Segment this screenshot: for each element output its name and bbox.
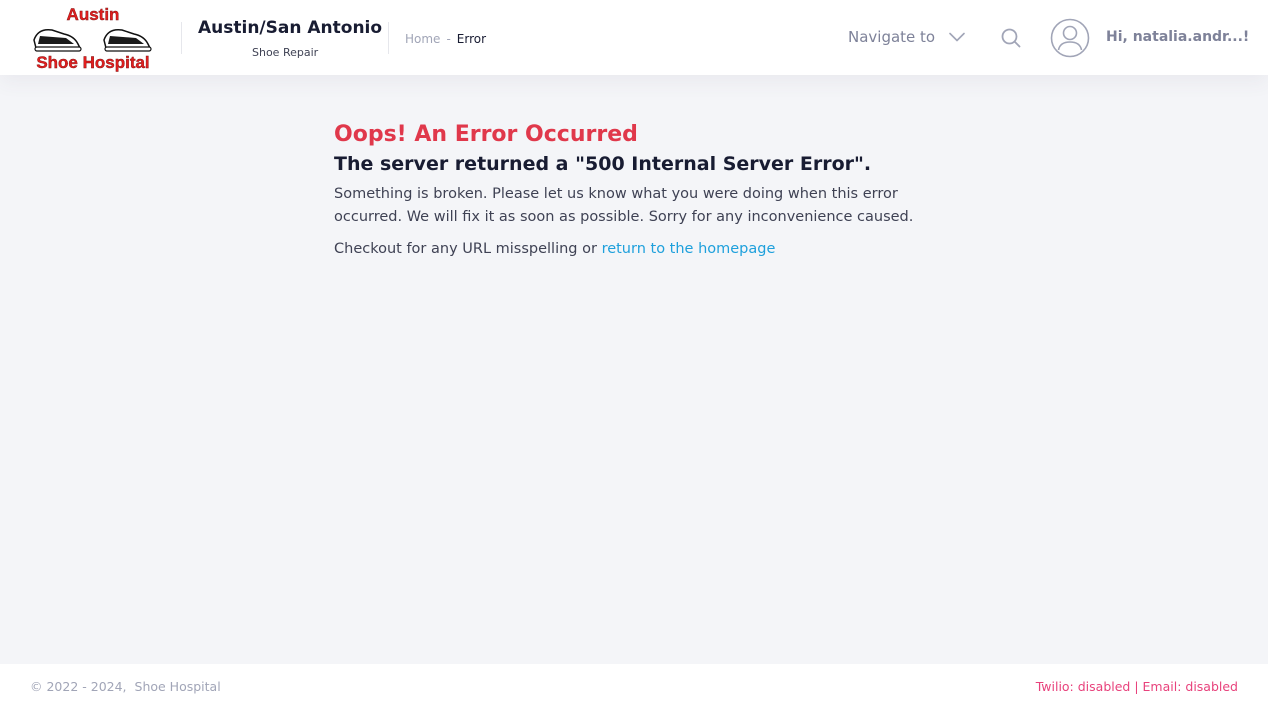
search-button[interactable] <box>999 26 1023 50</box>
breadcrumb-current: Error <box>456 32 487 46</box>
error-hint-text: Checkout for any URL misspelling or <box>334 241 602 257</box>
header-divider <box>181 22 182 54</box>
error-title: Oops! An Error Occurred <box>334 122 638 147</box>
service-status: Twilio: disabled | Email: disabled <box>1035 679 1238 694</box>
error-hint: Checkout for any URL misspelling or retu… <box>334 241 954 257</box>
user-greeting[interactable]: Hi, natalia.andr...! <box>1106 29 1249 45</box>
copyright-text: © 2022 - 2024, <box>30 679 127 694</box>
breadcrumb-home-link[interactable]: Home <box>405 32 440 46</box>
search-icon <box>1001 28 1021 48</box>
top-header: Austin Shoe Hospital Austin/San Antonio … <box>0 0 1268 75</box>
navigate-to-label: Navigate to <box>848 28 936 46</box>
footer: © 2022 - 2024, Shoe Hospital Twilio: dis… <box>0 664 1268 709</box>
chevron-down-icon <box>949 32 965 42</box>
breadcrumb: Home - Error <box>405 32 486 46</box>
navigate-to-dropdown[interactable]: Navigate to <box>848 28 965 46</box>
breadcrumb-separator: - <box>446 32 451 46</box>
user-avatar-icon <box>1050 18 1090 58</box>
header-divider <box>388 22 389 54</box>
svg-text:Austin: Austin <box>67 5 120 24</box>
error-content: Oops! An Error Occurred The server retur… <box>334 122 954 257</box>
copyright: © 2022 - 2024, Shoe Hospital <box>30 679 221 694</box>
error-description: Something is broken. Please let us know … <box>334 186 914 225</box>
homepage-link[interactable]: return to the homepage <box>602 241 776 257</box>
footer-brand-link[interactable]: Shoe Hospital <box>135 679 221 694</box>
brand-title: Austin/San Antonio <box>198 18 383 38</box>
logo[interactable]: Austin Shoe Hospital <box>30 4 156 72</box>
svg-text:Shoe Hospital: Shoe Hospital <box>36 53 149 72</box>
error-subtitle: The server returned a "500 Internal Serv… <box>334 153 872 175</box>
sneakers-illustration <box>33 28 152 52</box>
brand-subtitle: Shoe Repair <box>252 46 319 59</box>
user-avatar-button[interactable] <box>1050 18 1090 58</box>
